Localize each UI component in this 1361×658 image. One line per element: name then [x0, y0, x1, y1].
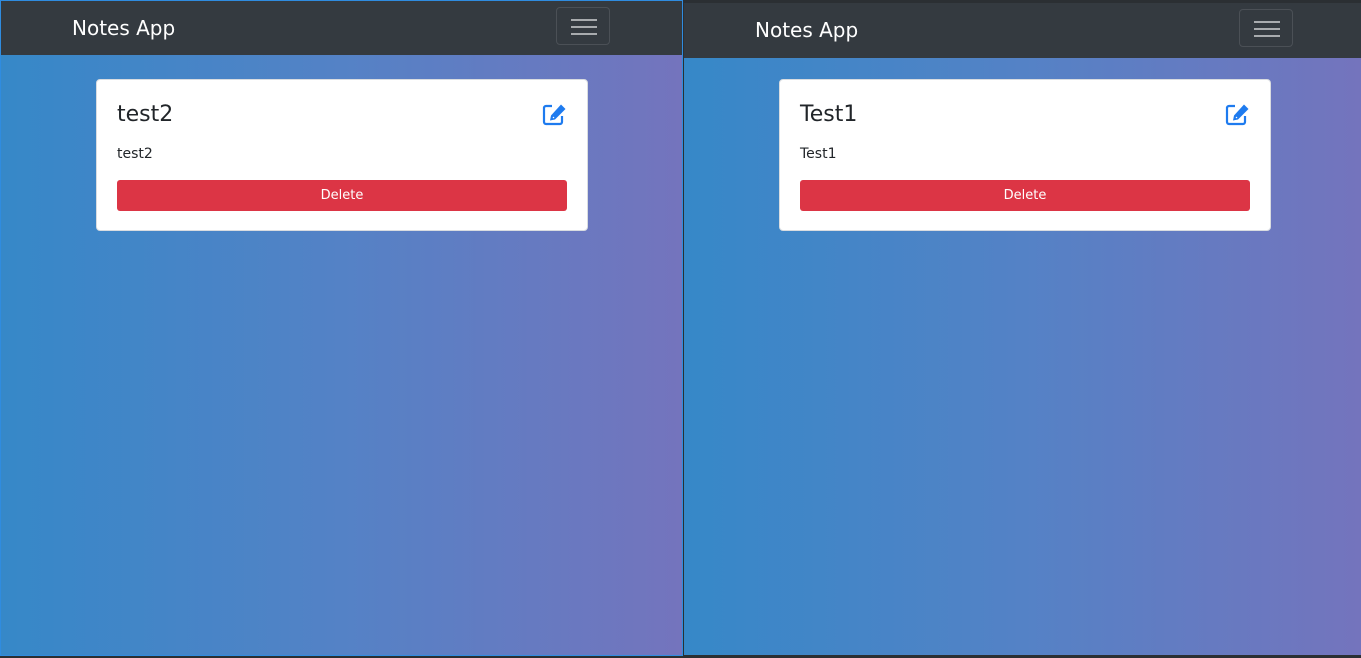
hamburger-menu-icon: [571, 19, 597, 21]
delete-button[interactable]: Delete: [117, 180, 567, 211]
edit-icon[interactable]: [542, 102, 568, 126]
note-title: test2: [117, 102, 174, 127]
hamburger-menu-icon: [571, 33, 597, 35]
edit-icon[interactable]: [1225, 102, 1251, 126]
delete-button[interactable]: Delete: [800, 180, 1250, 211]
navbar-toggle-button[interactable]: [556, 7, 610, 45]
hamburger-menu-icon: [1254, 35, 1280, 37]
note-card: test2 test2 Delete: [96, 79, 588, 231]
navbar: Notes App: [1, 1, 682, 55]
navbar-brand[interactable]: Notes App: [72, 15, 175, 41]
browser-window-right: Notes App Test1 Test1 Delete: [684, 0, 1361, 655]
hamburger-menu-icon: [1254, 21, 1280, 23]
navbar-toggle-button[interactable]: [1239, 9, 1293, 47]
note-body: Test1: [800, 146, 837, 162]
navbar-brand[interactable]: Notes App: [755, 17, 858, 43]
hamburger-menu-icon: [571, 26, 597, 28]
note-title: Test1: [800, 102, 858, 127]
browser-window-left: Notes App test2 test2 Delete: [0, 0, 683, 656]
note-card: Test1 Test1 Delete: [779, 79, 1271, 231]
note-body: test2: [117, 146, 153, 162]
navbar: Notes App: [684, 0, 1361, 58]
hamburger-menu-icon: [1254, 28, 1280, 30]
